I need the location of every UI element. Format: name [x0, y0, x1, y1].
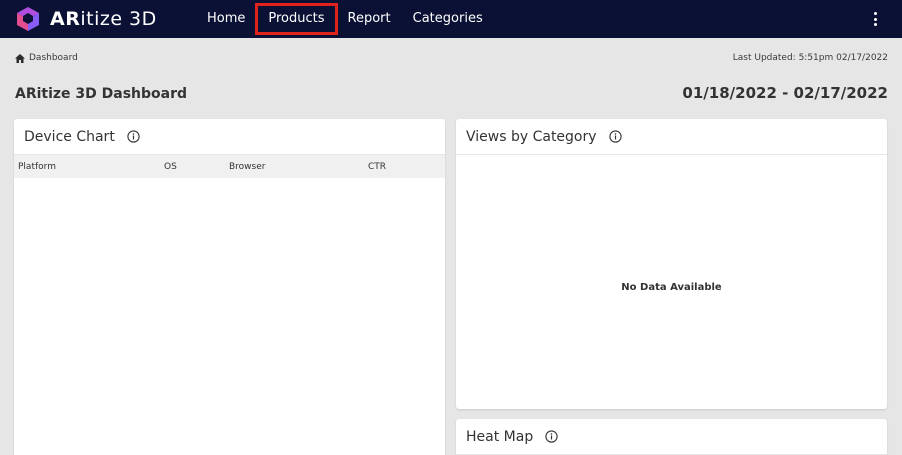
views-by-category-card: Views by Category No Data Available: [456, 119, 887, 409]
info-icon[interactable]: [127, 130, 140, 143]
card-title: Heat Map: [466, 428, 534, 445]
nav-products[interactable]: Products: [255, 3, 338, 35]
card-header: Views by Category: [456, 119, 887, 155]
more-vertical-icon[interactable]: [870, 10, 880, 28]
main-nav: Home Products Report Categories: [196, 0, 494, 38]
cube-logo-icon: [17, 7, 39, 31]
home-icon: [15, 53, 25, 63]
card-title: Views by Category: [466, 128, 597, 145]
breadcrumb: Dashboard: [15, 53, 78, 63]
card-header: Device Chart: [14, 119, 445, 155]
device-table-header: Platform OS Browser CTR: [14, 155, 445, 178]
device-chart-card: Device Chart Platform OS Browser CTR: [14, 119, 445, 455]
kebab-dot: [873, 12, 877, 15]
kebab-dot: [873, 23, 877, 26]
no-data-message: No Data Available: [621, 282, 722, 293]
card-title: Device Chart: [24, 128, 115, 145]
last-updated-text: Last Updated: 5:51pm 02/17/2022: [732, 53, 888, 63]
nav-home[interactable]: Home: [196, 4, 256, 34]
date-range-picker[interactable]: 01/18/2022 - 02/17/2022: [682, 84, 888, 102]
brand-logo[interactable]: ARitize 3D: [14, 5, 157, 33]
nav-categories[interactable]: Categories: [402, 4, 494, 34]
column-header-os[interactable]: OS: [164, 162, 177, 172]
heat-map-card: Heat Map: [456, 419, 887, 455]
column-header-browser[interactable]: Browser: [229, 162, 265, 172]
page-title: ARitize 3D Dashboard: [15, 86, 188, 102]
column-header-ctr[interactable]: CTR: [368, 162, 386, 172]
info-icon[interactable]: [608, 130, 622, 143]
breadcrumb-dashboard[interactable]: Dashboard: [29, 53, 78, 63]
card-header: Heat Map: [456, 419, 887, 455]
nav-report[interactable]: Report: [337, 4, 402, 34]
info-icon[interactable]: [545, 430, 558, 443]
column-header-platform[interactable]: Platform: [18, 162, 56, 172]
brand-name: ARitize 3D: [50, 8, 157, 30]
top-navbar: ARitize 3D Home Products Report Categori…: [0, 0, 902, 38]
kebab-dot: [873, 17, 877, 21]
